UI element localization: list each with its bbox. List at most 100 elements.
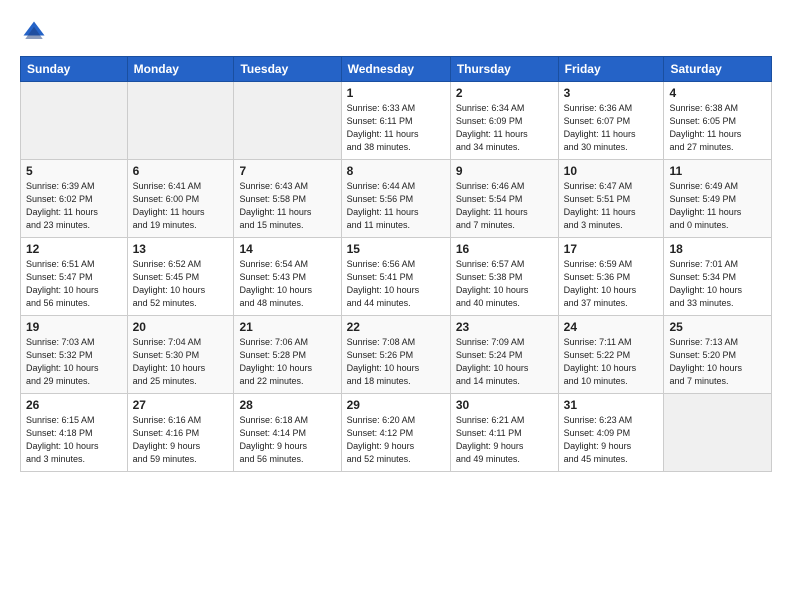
day-number: 9 — [456, 164, 553, 178]
day-info: Sunrise: 7:09 AM Sunset: 5:24 PM Dayligh… — [456, 336, 553, 388]
calendar-cell: 23 Sunrise: 7:09 AM Sunset: 5:24 PM Dayli… — [450, 316, 558, 394]
day-number: 20 — [133, 320, 229, 334]
day-info: Sunrise: 7:04 AM Sunset: 5:30 PM Dayligh… — [133, 336, 229, 388]
day-info: Sunrise: 7:01 AM Sunset: 5:34 PM Dayligh… — [669, 258, 766, 310]
header — [20, 18, 772, 46]
day-info: Sunrise: 6:36 AM Sunset: 6:07 PM Dayligh… — [564, 102, 659, 154]
day-info: Sunrise: 6:16 AM Sunset: 4:16 PM Dayligh… — [133, 414, 229, 466]
weekday-header-thursday: Thursday — [450, 57, 558, 82]
calendar-cell: 29 Sunrise: 6:20 AM Sunset: 4:12 PM Dayli… — [341, 394, 450, 472]
calendar-cell — [21, 82, 128, 160]
calendar-cell — [127, 82, 234, 160]
day-number: 30 — [456, 398, 553, 412]
calendar-cell: 25 Sunrise: 7:13 AM Sunset: 5:20 PM Dayli… — [664, 316, 772, 394]
day-info: Sunrise: 7:11 AM Sunset: 5:22 PM Dayligh… — [564, 336, 659, 388]
calendar-cell — [664, 394, 772, 472]
week-row-4: 19 Sunrise: 7:03 AM Sunset: 5:32 PM Dayli… — [21, 316, 772, 394]
calendar-cell: 28Sunrise: 6:18 AM Sunset: 4:14 PM Dayli… — [234, 394, 341, 472]
day-info: Sunrise: 7:03 AM Sunset: 5:32 PM Dayligh… — [26, 336, 122, 388]
calendar-cell: 30 Sunrise: 6:21 AM Sunset: 4:11 PM Dayli… — [450, 394, 558, 472]
page: SundayMondayTuesdayWednesdayThursdayFrid… — [0, 0, 792, 612]
logo-icon — [20, 18, 48, 46]
day-info: Sunrise: 6:15 AM Sunset: 4:18 PM Dayligh… — [26, 414, 122, 466]
day-number: 17 — [564, 242, 659, 256]
calendar-cell: 15Sunrise: 6:56 AM Sunset: 5:41 PM Dayli… — [341, 238, 450, 316]
day-number: 26 — [26, 398, 122, 412]
calendar-cell: 31Sunrise: 6:23 AM Sunset: 4:09 PM Dayli… — [558, 394, 664, 472]
calendar-cell: 17 Sunrise: 6:59 AM Sunset: 5:36 PM Dayli… — [558, 238, 664, 316]
day-number: 14 — [239, 242, 335, 256]
day-number: 19 — [26, 320, 122, 334]
day-info: Sunrise: 6:39 AM Sunset: 6:02 PM Dayligh… — [26, 180, 122, 232]
calendar-cell: 24 Sunrise: 7:11 AM Sunset: 5:22 PM Dayli… — [558, 316, 664, 394]
calendar-cell: 5 Sunrise: 6:39 AM Sunset: 6:02 PM Daylig… — [21, 160, 128, 238]
day-info: Sunrise: 6:33 AM Sunset: 6:11 PM Dayligh… — [347, 102, 445, 154]
calendar-cell: 20 Sunrise: 7:04 AM Sunset: 5:30 PM Dayli… — [127, 316, 234, 394]
calendar-cell: 26 Sunrise: 6:15 AM Sunset: 4:18 PM Dayli… — [21, 394, 128, 472]
calendar-cell: 7 Sunrise: 6:43 AM Sunset: 5:58 PM Daylig… — [234, 160, 341, 238]
calendar-cell: 8Sunrise: 6:44 AM Sunset: 5:56 PM Daylig… — [341, 160, 450, 238]
calendar-cell: 13Sunrise: 6:52 AM Sunset: 5:45 PM Dayli… — [127, 238, 234, 316]
calendar-cell: 1 Sunrise: 6:33 AM Sunset: 6:11 PM Daylig… — [341, 82, 450, 160]
day-number: 18 — [669, 242, 766, 256]
day-number: 24 — [564, 320, 659, 334]
day-number: 25 — [669, 320, 766, 334]
calendar-cell — [234, 82, 341, 160]
weekday-header-friday: Friday — [558, 57, 664, 82]
day-info: Sunrise: 6:21 AM Sunset: 4:11 PM Dayligh… — [456, 414, 553, 466]
day-number: 12 — [26, 242, 122, 256]
weekday-header-wednesday: Wednesday — [341, 57, 450, 82]
weekday-header-monday: Monday — [127, 57, 234, 82]
day-number: 3 — [564, 86, 659, 100]
day-number: 6 — [133, 164, 229, 178]
day-number: 8 — [347, 164, 445, 178]
day-info: Sunrise: 6:38 AM Sunset: 6:05 PM Dayligh… — [669, 102, 766, 154]
calendar-cell: 10 Sunrise: 6:47 AM Sunset: 5:51 PM Dayli… — [558, 160, 664, 238]
day-info: Sunrise: 6:56 AM Sunset: 5:41 PM Dayligh… — [347, 258, 445, 310]
weekday-header-sunday: Sunday — [21, 57, 128, 82]
day-info: Sunrise: 6:43 AM Sunset: 5:58 PM Dayligh… — [239, 180, 335, 232]
calendar-cell: 27 Sunrise: 6:16 AM Sunset: 4:16 PM Dayli… — [127, 394, 234, 472]
day-info: Sunrise: 6:51 AM Sunset: 5:47 PM Dayligh… — [26, 258, 122, 310]
week-row-1: 1 Sunrise: 6:33 AM Sunset: 6:11 PM Daylig… — [21, 82, 772, 160]
logo — [20, 18, 52, 46]
calendar-cell: 21Sunrise: 7:06 AM Sunset: 5:28 PM Dayli… — [234, 316, 341, 394]
day-info: Sunrise: 7:08 AM Sunset: 5:26 PM Dayligh… — [347, 336, 445, 388]
calendar-cell: 3 Sunrise: 6:36 AM Sunset: 6:07 PM Daylig… — [558, 82, 664, 160]
day-info: Sunrise: 6:49 AM Sunset: 5:49 PM Dayligh… — [669, 180, 766, 232]
day-info: Sunrise: 6:47 AM Sunset: 5:51 PM Dayligh… — [564, 180, 659, 232]
weekday-header-tuesday: Tuesday — [234, 57, 341, 82]
day-info: Sunrise: 6:57 AM Sunset: 5:38 PM Dayligh… — [456, 258, 553, 310]
day-info: Sunrise: 7:13 AM Sunset: 5:20 PM Dayligh… — [669, 336, 766, 388]
day-number: 5 — [26, 164, 122, 178]
calendar-cell: 16Sunrise: 6:57 AM Sunset: 5:38 PM Dayli… — [450, 238, 558, 316]
calendar-cell: 4 Sunrise: 6:38 AM Sunset: 6:05 PM Daylig… — [664, 82, 772, 160]
calendar-cell: 11Sunrise: 6:49 AM Sunset: 5:49 PM Dayli… — [664, 160, 772, 238]
weekday-header-saturday: Saturday — [664, 57, 772, 82]
day-number: 21 — [239, 320, 335, 334]
day-info: Sunrise: 6:34 AM Sunset: 6:09 PM Dayligh… — [456, 102, 553, 154]
day-number: 29 — [347, 398, 445, 412]
day-number: 1 — [347, 86, 445, 100]
day-info: Sunrise: 6:18 AM Sunset: 4:14 PM Dayligh… — [239, 414, 335, 466]
day-number: 22 — [347, 320, 445, 334]
weekday-header-row: SundayMondayTuesdayWednesdayThursdayFrid… — [21, 57, 772, 82]
calendar-cell: 22 Sunrise: 7:08 AM Sunset: 5:26 PM Dayli… — [341, 316, 450, 394]
day-number: 27 — [133, 398, 229, 412]
day-number: 7 — [239, 164, 335, 178]
week-row-2: 5 Sunrise: 6:39 AM Sunset: 6:02 PM Daylig… — [21, 160, 772, 238]
calendar-cell: 18 Sunrise: 7:01 AM Sunset: 5:34 PM Dayli… — [664, 238, 772, 316]
calendar: SundayMondayTuesdayWednesdayThursdayFrid… — [20, 56, 772, 472]
day-info: Sunrise: 6:20 AM Sunset: 4:12 PM Dayligh… — [347, 414, 445, 466]
day-info: Sunrise: 6:52 AM Sunset: 5:45 PM Dayligh… — [133, 258, 229, 310]
day-number: 23 — [456, 320, 553, 334]
day-number: 4 — [669, 86, 766, 100]
calendar-cell: 2Sunrise: 6:34 AM Sunset: 6:09 PM Daylig… — [450, 82, 558, 160]
week-row-3: 12 Sunrise: 6:51 AM Sunset: 5:47 PM Dayli… — [21, 238, 772, 316]
day-info: Sunrise: 6:46 AM Sunset: 5:54 PM Dayligh… — [456, 180, 553, 232]
day-number: 10 — [564, 164, 659, 178]
day-info: Sunrise: 6:41 AM Sunset: 6:00 PM Dayligh… — [133, 180, 229, 232]
calendar-cell: 19 Sunrise: 7:03 AM Sunset: 5:32 PM Dayli… — [21, 316, 128, 394]
calendar-cell: 14Sunrise: 6:54 AM Sunset: 5:43 PM Dayli… — [234, 238, 341, 316]
day-info: Sunrise: 6:59 AM Sunset: 5:36 PM Dayligh… — [564, 258, 659, 310]
